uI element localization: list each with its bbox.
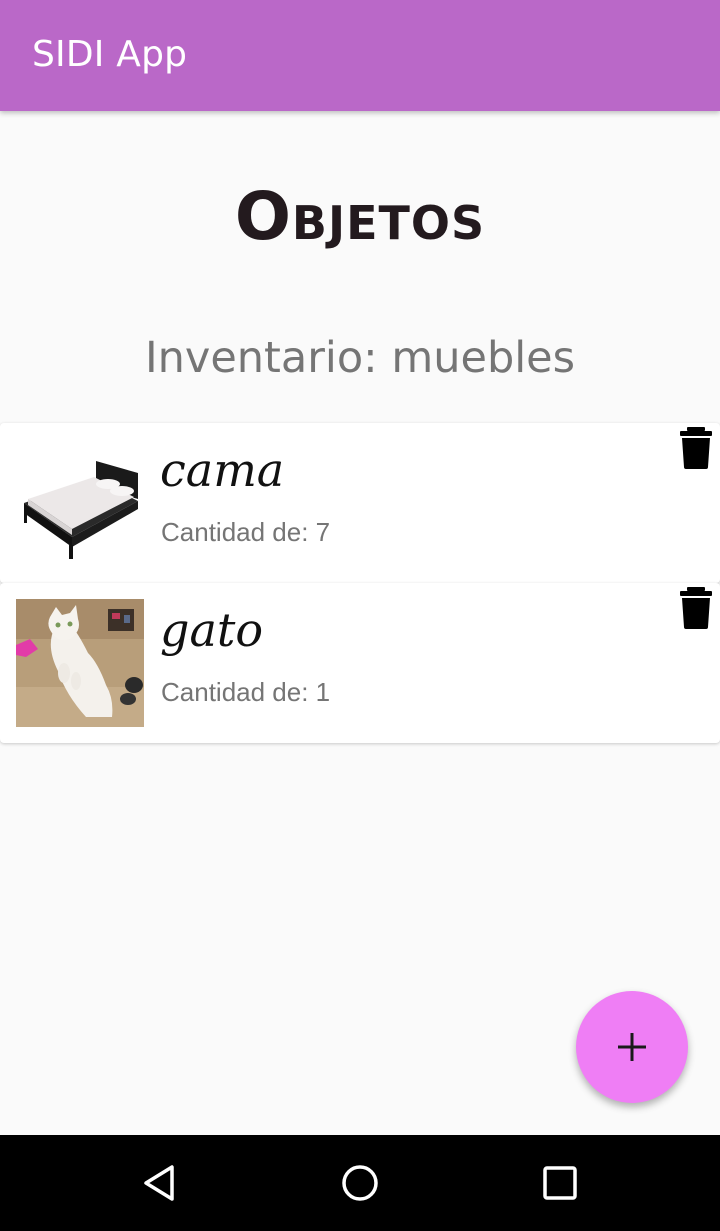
list-item[interactable]: cama Cantidad de: 7 (0, 423, 720, 583)
item-name: gato (160, 603, 264, 657)
item-quantity: Cantidad de: 7 (161, 517, 331, 547)
item-name: cama (160, 443, 285, 497)
back-triangle-icon[interactable] (140, 1163, 180, 1203)
cat-image (16, 599, 144, 727)
bed-image (16, 439, 144, 567)
item-quantity: Cantidad de: 1 (161, 677, 331, 707)
app-title: SIDI App (32, 34, 188, 75)
list-item[interactable]: gato Cantidad de: 1 (0, 583, 720, 743)
home-circle-icon[interactable] (340, 1163, 380, 1203)
plus-icon (618, 1033, 646, 1061)
page-title: Objetos (234, 178, 486, 255)
app-bar: SIDI App (0, 0, 720, 111)
trash-icon[interactable] (678, 427, 714, 469)
recents-square-icon[interactable] (540, 1163, 580, 1203)
trash-icon[interactable] (678, 587, 714, 629)
add-item-button[interactable] (576, 991, 688, 1103)
inventory-subtitle: Inventario: muebles (144, 333, 576, 383)
system-nav-bar (0, 1135, 720, 1231)
